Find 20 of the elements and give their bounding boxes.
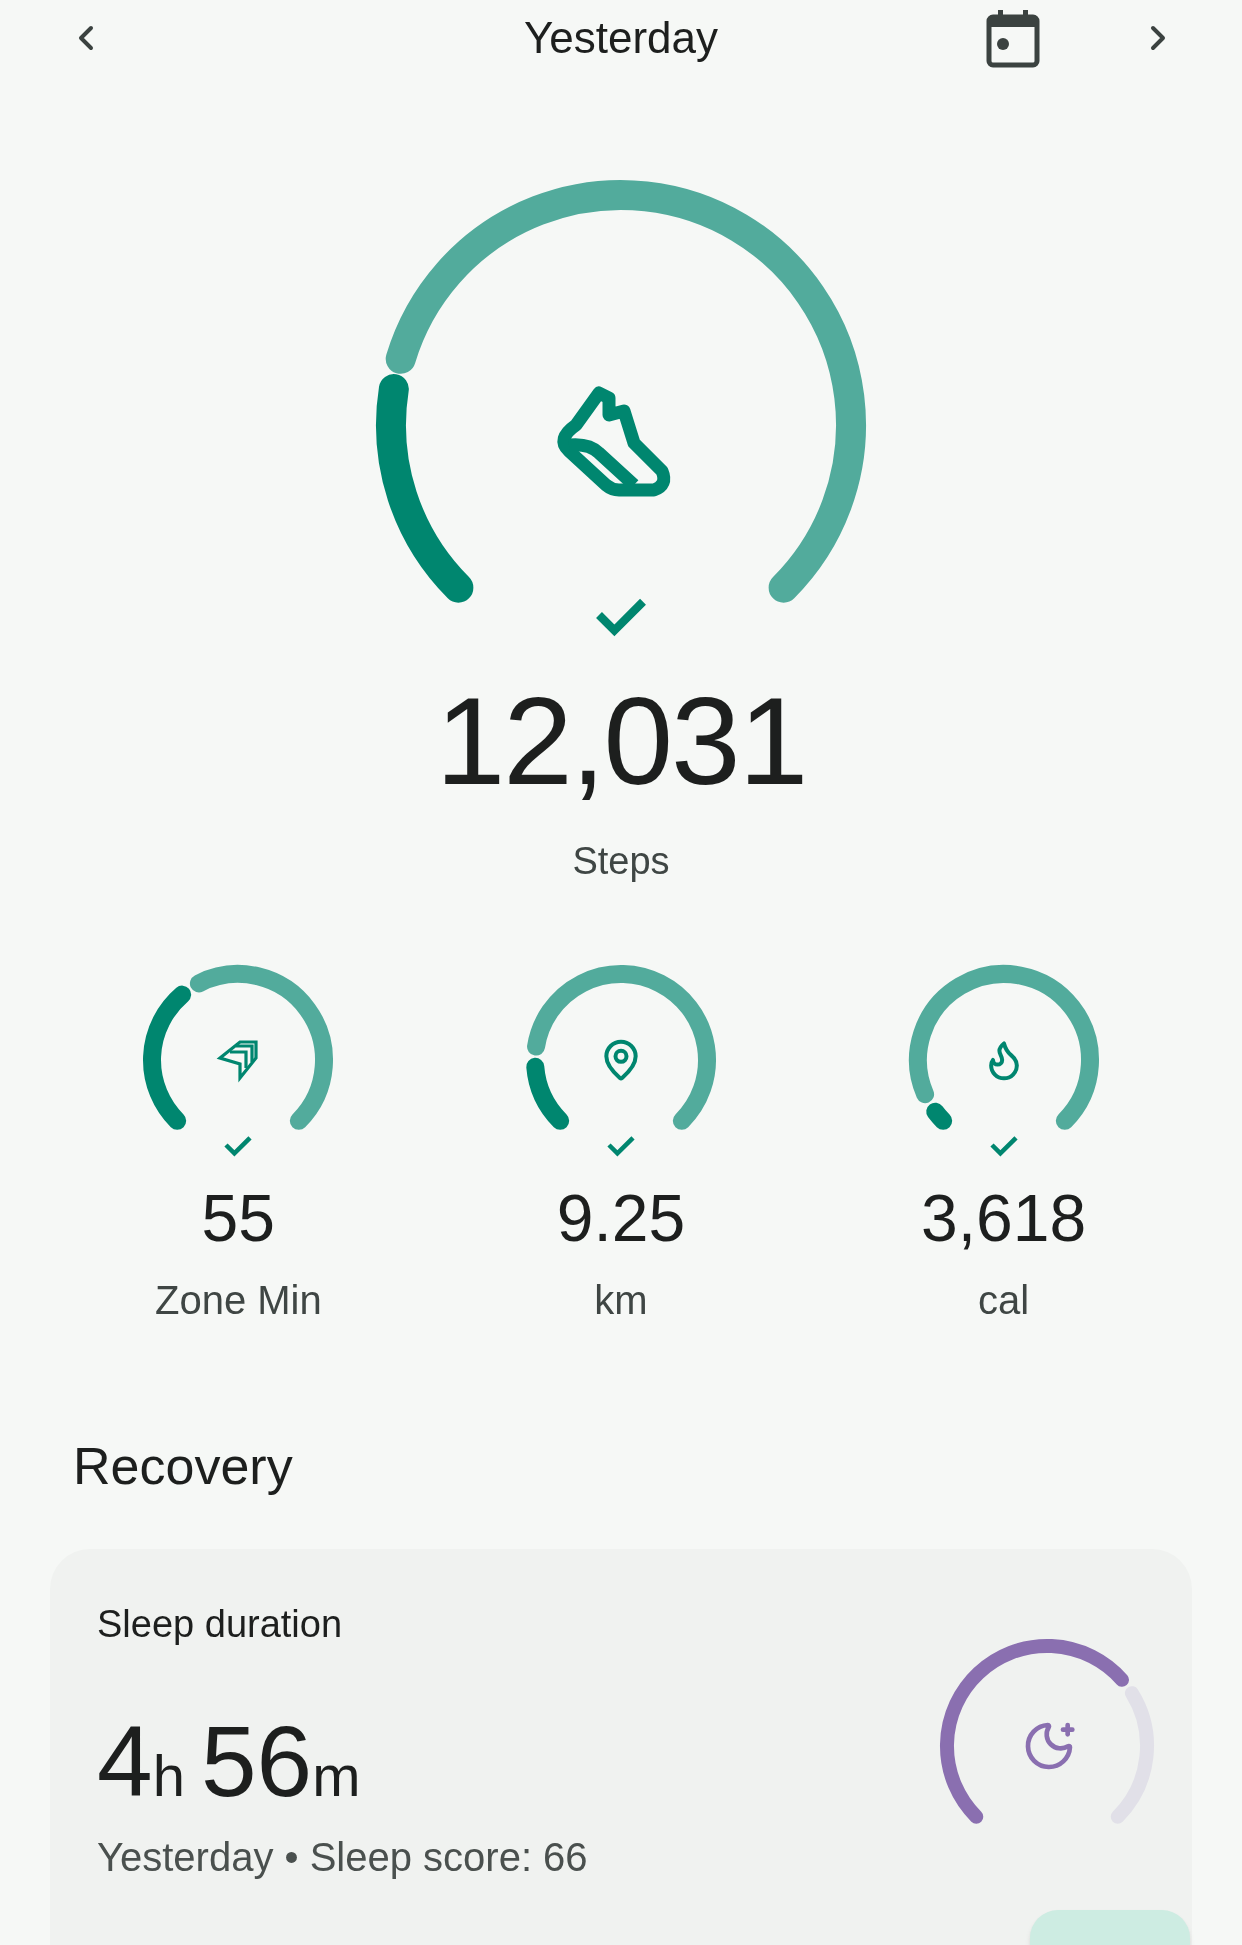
sleep-duration-value: 4h 56m: [97, 1710, 362, 1811]
sleep-subtitle: Yesterday • Sleep score: 66: [97, 1836, 588, 1877]
metric-label: Zone Min: [154, 1276, 322, 1324]
card-title: Sleep duration: [97, 1604, 344, 1643]
metric-label: km: [594, 1276, 648, 1324]
metric-value: 9.25: [556, 1184, 686, 1251]
steps-value: 12,031: [435, 678, 807, 803]
steps-label: Steps: [572, 839, 670, 884]
sleep-card[interactable]: Sleep duration 4h 56m Yesterday • Sleep score: 66: [50, 1548, 1192, 1945]
metric-label: cal: [978, 1276, 1030, 1324]
sneaker-icon: [557, 386, 671, 497]
location-pin-icon: [606, 1041, 636, 1078]
chevron-arrows-icon: [216, 1040, 258, 1083]
calendar-icon: [985, 8, 1041, 68]
metric-value: 3,618: [921, 1184, 1087, 1251]
date-title: Yesterday: [523, 16, 719, 60]
metric-value: 55: [201, 1184, 276, 1251]
progress-arc: [925, 1102, 952, 1130]
flame-icon: [990, 1043, 1017, 1078]
moon-star-icon: [1028, 1724, 1073, 1767]
